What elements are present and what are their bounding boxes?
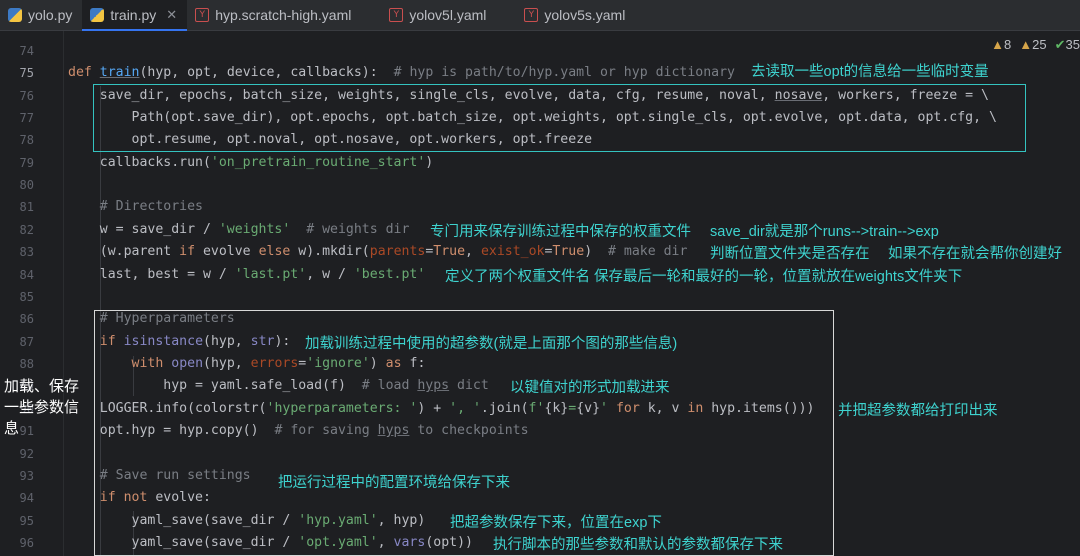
yaml-file-icon: Y [389, 8, 404, 22]
line-number: 95 [19, 514, 34, 528]
line-number: 76 [19, 89, 34, 103]
line-number: 88 [19, 357, 34, 371]
line-number: 82 [19, 223, 34, 237]
inspection-widget[interactable]: ▲8 ▲25 ✔35 [991, 37, 1080, 53]
code-line-94[interactable]: if not evolve: [68, 490, 211, 505]
tab-yolov5s-yaml[interactable]: Y yolov5s.yaml [516, 0, 635, 30]
python-file-icon [90, 8, 105, 22]
annotation-line-83a: 判断位置文件夹是否存在 [710, 246, 870, 262]
warning-count[interactable]: ▲8 [991, 37, 1011, 53]
code-line-75[interactable]: def train(hyp, opt, device, callbacks): … [68, 65, 735, 80]
annotation-side: 加载、保存一些参数信息 [4, 378, 80, 437]
annotation-line-82b: save_dir就是那个runs-->train-->exp [710, 224, 939, 240]
annotation-line-82a: 专门用来保存训练过程中保存的权重文件 [430, 224, 691, 240]
tab-yolov5l-yaml[interactable]: Y yolov5l.yaml [381, 0, 496, 30]
tab-train-py[interactable]: train.py ✕ [82, 0, 188, 31]
code-line-88[interactable]: with open(hyp, errors='ignore') as f: [68, 356, 426, 371]
warning-icon: ▲ [991, 37, 1005, 52]
line-number: 78 [19, 133, 34, 147]
line-number: 83 [19, 245, 34, 259]
annotation-line-87: 加载训练过程中使用的超参数(就是上面那个图的那些信息) [305, 336, 678, 352]
code-line-91[interactable]: opt.hyp = hyp.copy() # for saving hyps t… [68, 423, 529, 438]
tab-label: train.py [110, 7, 157, 23]
code-line-82[interactable]: w = save_dir / 'weights' # weights dir [68, 222, 410, 237]
code-line-81[interactable]: # Directories [68, 199, 203, 214]
line-number: 94 [19, 491, 34, 505]
warning-icon: ▲ [1019, 37, 1033, 52]
line-number: 87 [19, 335, 34, 349]
line-number: 84 [19, 268, 34, 282]
line-number: 75 [19, 66, 34, 80]
annotation-line-84: 定义了两个权重文件名 保存最后一轮和最好的一轮，位置就放在weights文件夹下 [445, 269, 963, 285]
editor-tab-bar: yolo.py train.py ✕ Y hyp.scratch-high.ya… [0, 0, 1080, 31]
tab-label: yolo.py [28, 7, 73, 23]
code-line-84[interactable]: last, best = w / 'last.pt', w / 'best.pt… [68, 267, 426, 282]
tab-yolo-py[interactable]: yolo.py [0, 0, 82, 30]
line-number: 74 [19, 44, 34, 58]
line-number: 77 [19, 111, 34, 125]
annotation-line-89: 以键值对的形式加载进来 [510, 380, 670, 396]
code-line-87[interactable]: if isinstance(hyp, str): [68, 334, 291, 349]
code-line-89[interactable]: hyp = yaml.safe_load(f) # load hyps dict [68, 378, 489, 393]
line-number: 81 [19, 200, 34, 214]
gutter-divider [63, 31, 64, 556]
line-number: 92 [19, 447, 34, 461]
annotation-line-75: 去读取一些opt的信息给一些临时变量 [751, 64, 989, 80]
line-number: 80 [19, 178, 34, 192]
annotation-line-95: 把超参数保存下来，位置在exp下 [450, 515, 662, 531]
tab-hyp-scratch-high-yaml[interactable]: Y hyp.scratch-high.yaml [187, 0, 361, 30]
code-editor[interactable]: ▲8 ▲25 ✔35 74 75 76 77 78 79 80 81 82 83… [0, 31, 1080, 556]
line-number: 96 [19, 536, 34, 550]
close-icon[interactable]: ✕ [166, 7, 177, 23]
annotation-line-83b: 如果不存在就会帮你创建好 [888, 246, 1062, 262]
ok-count[interactable]: ✔35 [1055, 37, 1080, 53]
line-number: 85 [19, 290, 34, 304]
yaml-file-icon: Y [195, 8, 210, 22]
code-line-90[interactable]: LOGGER.info(colorstr('hyperparameters: '… [68, 401, 815, 416]
code-line-96[interactable]: yaml_save(save_dir / 'opt.yaml', vars(op… [68, 535, 473, 550]
code-line-86[interactable]: # Hyperparameters [68, 311, 235, 326]
tab-label: hyp.scratch-high.yaml [215, 7, 352, 23]
annotation-line-93: 把运行过程中的配置环境给保存下来 [278, 475, 510, 491]
line-number: 79 [19, 156, 34, 170]
python-file-icon [8, 8, 22, 22]
check-icon: ✔ [1054, 37, 1066, 52]
code-line-78[interactable]: opt.resume, opt.noval, opt.nosave, opt.w… [68, 132, 593, 147]
code-line-77[interactable]: Path(opt.save_dir), opt.epochs, opt.batc… [68, 110, 997, 125]
code-line-76[interactable]: save_dir, epochs, batch_size, weights, s… [68, 88, 989, 103]
line-number: 93 [19, 469, 34, 483]
tab-label: yolov5l.yaml [409, 7, 487, 23]
code-line-95[interactable]: yaml_save(save_dir / 'hyp.yaml', hyp) [68, 513, 426, 528]
weak-warning-count[interactable]: ▲25 [1019, 37, 1046, 53]
code-line-79[interactable]: callbacks.run('on_pretrain_routine_start… [68, 155, 434, 170]
tab-label: yolov5s.yaml [544, 7, 626, 23]
code-line-93[interactable]: # Save run settings [68, 468, 251, 483]
annotation-line-90: 并把超参数都给打印出来 [838, 403, 998, 419]
annotation-line-96: 执行脚本的那些参数和默认的参数都保存下来 [493, 537, 783, 553]
yaml-file-icon: Y [524, 8, 539, 22]
code-line-83[interactable]: (w.parent if evolve else w).mkdir(parent… [68, 244, 688, 259]
line-number: 86 [19, 312, 34, 326]
